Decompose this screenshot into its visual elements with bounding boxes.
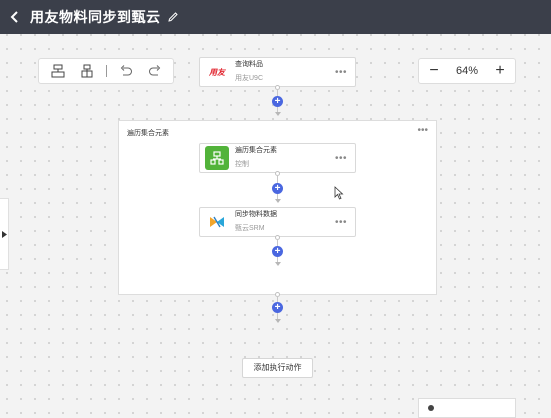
zoom-in-button[interactable]: + <box>493 62 507 80</box>
add-action-button[interactable]: 添加执行动作 <box>242 358 313 378</box>
loop-more-button[interactable]: ••• <box>417 125 428 136</box>
connector-arrow <box>274 112 281 116</box>
node-subtitle: 甄云SRM <box>235 225 265 232</box>
sync-node[interactable]: 同步物料数据 甄云SRM ••• <box>199 207 356 237</box>
align-button[interactable] <box>48 61 68 81</box>
node-more-button[interactable]: ••• <box>335 153 347 164</box>
connector-arrow <box>274 262 281 266</box>
branch-button[interactable] <box>77 61 97 81</box>
redo-icon <box>148 65 160 76</box>
add-step-button[interactable]: + <box>272 246 283 257</box>
undo-icon <box>120 65 132 76</box>
zoom-control: − 64% + <box>418 58 516 84</box>
zoom-level: 64% <box>455 65 479 77</box>
zoom-out-button[interactable]: − <box>427 62 441 80</box>
edit-title-button[interactable] <box>167 11 179 23</box>
pencil-icon <box>167 12 178 22</box>
loop-control-icon <box>210 151 224 165</box>
minimap-panel[interactable] <box>418 398 516 418</box>
caret-right-icon <box>1 230 7 238</box>
redo-button[interactable] <box>145 61 165 81</box>
node-name: 遍历集合元素 <box>235 147 277 154</box>
node-subtitle: 控制 <box>235 161 249 168</box>
minimap-icon <box>428 405 434 411</box>
back-button[interactable] <box>0 7 30 28</box>
connector-arrow <box>274 199 281 203</box>
add-step-button[interactable]: + <box>272 302 283 313</box>
loop-title: 遍历集合元素 <box>127 130 169 137</box>
node-more-button[interactable]: ••• <box>335 67 347 78</box>
zhenyun-logo-icon <box>210 216 224 228</box>
node-name: 查询料品 <box>235 61 263 68</box>
node-align-icon <box>51 64 64 78</box>
chevron-left-icon <box>10 10 18 23</box>
loop-item-node[interactable]: 遍历集合元素 控制 ••• <box>199 143 356 173</box>
node-name: 同步物料数据 <box>235 211 277 218</box>
add-step-button[interactable]: + <box>272 96 283 107</box>
yonyou-logo: 用友 <box>209 67 225 77</box>
query-node[interactable]: 用友 查询料品 用友U9C ••• <box>199 57 356 87</box>
top-bar: 用友物料同步到甄云 <box>0 0 551 34</box>
canvas-toolbar <box>38 58 174 84</box>
undo-button[interactable] <box>116 61 136 81</box>
node-branch-icon <box>81 64 92 78</box>
srm-logo <box>205 210 229 234</box>
mouse-cursor-icon <box>334 186 344 200</box>
loop-node-logo <box>205 146 229 170</box>
node-subtitle: 用友U9C <box>235 75 264 82</box>
side-panel-toggle[interactable] <box>0 198 9 270</box>
toolbar-divider <box>105 65 107 77</box>
node-more-button[interactable]: ••• <box>335 217 347 228</box>
page-title: 用友物料同步到甄云 <box>30 9 161 25</box>
add-step-button[interactable]: + <box>272 183 283 194</box>
connector-arrow <box>274 319 281 323</box>
